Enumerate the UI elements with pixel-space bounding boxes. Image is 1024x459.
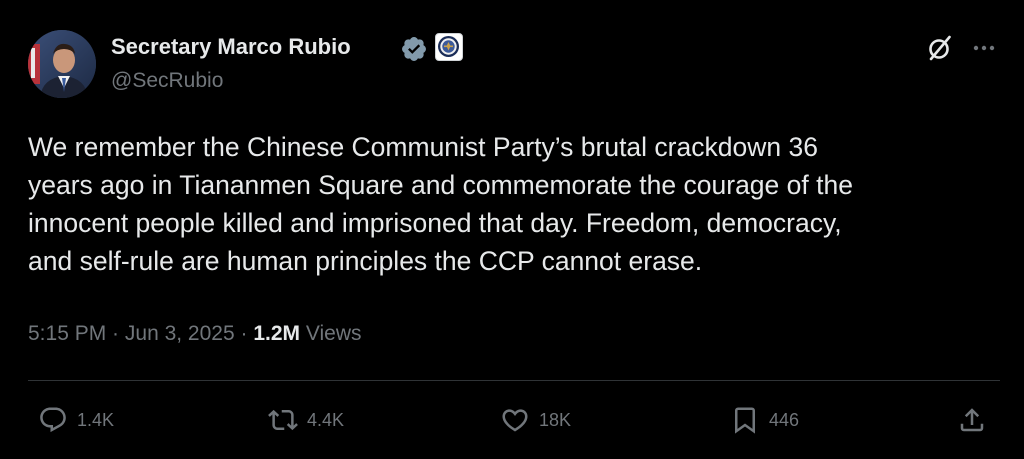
reply-button[interactable]: 1.4K xyxy=(38,402,114,438)
tweet-text: We remember the Chinese Communist Party’… xyxy=(28,132,853,276)
views-label: Views xyxy=(300,322,362,345)
reply-icon xyxy=(40,407,66,433)
meta-separator: · xyxy=(234,322,254,345)
bookmark-count: 446 xyxy=(769,410,800,430)
bookmark-button[interactable]: 446 xyxy=(730,402,799,438)
repost-count: 4.4K xyxy=(307,410,345,430)
grok-icon[interactable] xyxy=(925,33,955,63)
tweet-time[interactable]: 5:15 PM xyxy=(28,322,106,345)
share-icon xyxy=(960,408,984,432)
bookmark-icon xyxy=(735,407,755,434)
meta-separator: · xyxy=(106,322,125,345)
profile-photo xyxy=(28,30,96,98)
share-button[interactable] xyxy=(957,402,987,438)
divider xyxy=(28,380,1000,381)
state-department-seal-icon[interactable] xyxy=(435,33,463,61)
verified-check-icon[interactable] xyxy=(400,35,428,63)
tweet-date[interactable]: Jun 3, 2025 xyxy=(125,322,235,345)
more-options-icon[interactable] xyxy=(970,34,998,62)
avatar[interactable] xyxy=(28,30,96,98)
heart-icon xyxy=(502,409,528,432)
reply-count: 1.4K xyxy=(77,410,115,430)
author-handle[interactable]: @SecRubio xyxy=(111,67,223,95)
author-display-name[interactable]: Secretary Marco Rubio xyxy=(111,33,351,61)
views-count[interactable]: 1.2M xyxy=(253,322,300,345)
like-count: 18K xyxy=(539,410,572,430)
tweet-meta: 5:15 PM · Jun 3, 2025 · 1.2M Views xyxy=(28,319,362,349)
like-button[interactable]: 18K xyxy=(500,402,571,438)
repost-button[interactable]: 4.4K xyxy=(268,402,344,438)
repost-icon xyxy=(268,409,298,431)
